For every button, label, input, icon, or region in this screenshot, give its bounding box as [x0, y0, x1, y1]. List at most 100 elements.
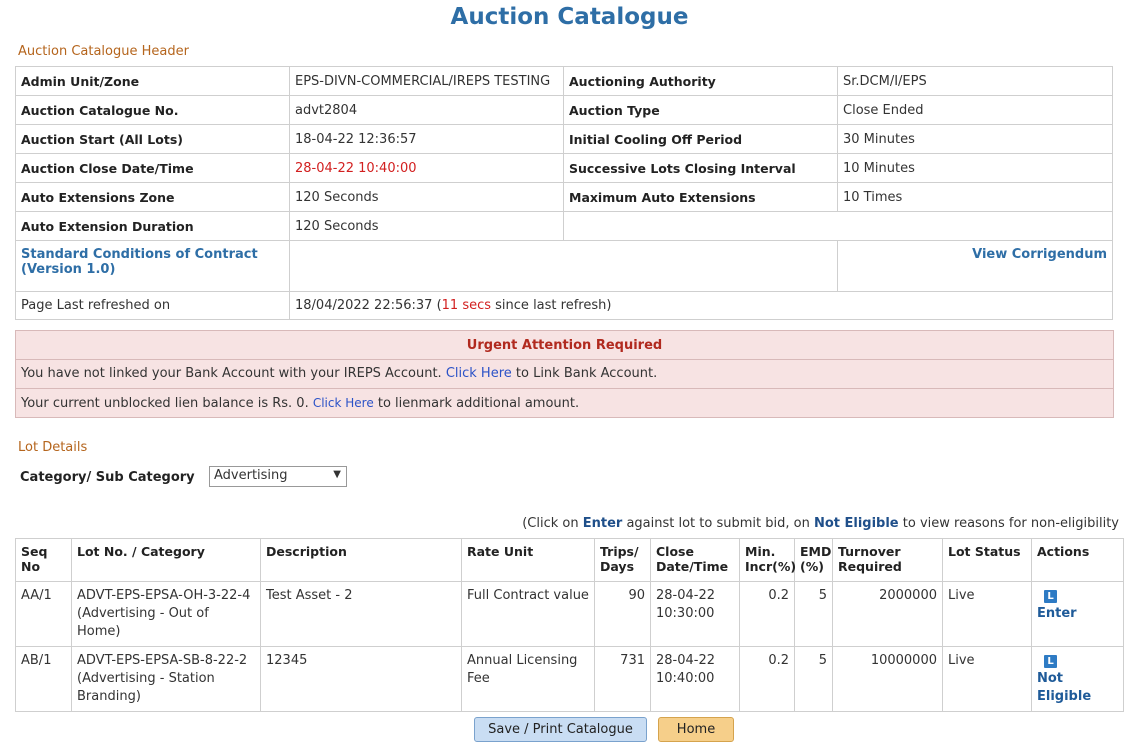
lots-closing-interval-label: Successive Lots Closing Interval — [563, 153, 838, 183]
lot-icon[interactable]: L — [1044, 590, 1057, 603]
col-actions: Actions — [1031, 538, 1124, 582]
admin-unit-label: Admin Unit/Zone — [15, 66, 290, 96]
col-close-datetime: Close Date/Time — [650, 538, 740, 582]
description: 12345 — [260, 646, 462, 712]
trips-days: 731 — [594, 646, 651, 712]
turnover: 10000000 — [832, 646, 943, 712]
lot-status: Live — [942, 581, 1032, 647]
max-auto-extensions-value: 10 Times — [837, 182, 1113, 212]
actions-cell: L Not Eligible — [1031, 646, 1124, 712]
close-datetime: 28-04-22 10:40:00 — [650, 646, 740, 712]
standard-conditions-link[interactable]: Standard Conditions of Contract (Version… — [21, 247, 258, 277]
corrigendum-cell: View Corrigendum — [837, 240, 1113, 292]
empty-cell — [563, 211, 1113, 241]
cooling-off-label: Initial Cooling Off Period — [563, 124, 838, 154]
turnover: 2000000 — [832, 581, 943, 647]
auction-close-value: 28-04-22 10:40:00 — [289, 153, 564, 183]
auction-type-label: Auction Type — [563, 95, 838, 125]
refresh-label: Page Last refreshed on — [15, 291, 290, 320]
auction-start-label: Auction Start (All Lots) — [15, 124, 290, 154]
seq-no: AB/1 — [15, 646, 72, 712]
hint-text-1: (Click on — [522, 516, 583, 531]
rate-unit: Annual Licensing Fee — [461, 646, 595, 712]
table-row: AB/1 ADVT-EPS-EPSA-SB-8-22-2 (Advertisin… — [15, 646, 1124, 712]
lien-balance-suffix: to lienmark additional amount. — [373, 396, 580, 411]
auctioning-authority-value: Sr.DCM/I/EPS — [837, 66, 1113, 96]
emd: 5 — [794, 646, 833, 712]
col-lot-status: Lot Status — [942, 538, 1032, 582]
page-title: Auction Catalogue — [450, 4, 689, 30]
bank-link-text: You have not linked your Bank Account wi… — [21, 366, 446, 381]
col-rate-unit: Rate Unit — [461, 538, 595, 582]
chevron-down-icon: ▼ — [333, 469, 341, 480]
close-datetime: 28-04-22 10:30:00 — [650, 581, 740, 647]
seq-no: AA/1 — [15, 581, 72, 647]
max-auto-extensions-label: Maximum Auto Extensions — [563, 182, 838, 212]
auction-type-value: Close Ended — [837, 95, 1113, 125]
header-section-label: Auction Catalogue Header — [18, 44, 189, 59]
lot-table-header: Seq No Lot No. / Category Description Ra… — [15, 538, 1124, 582]
action-hint: (Click on Enter against lot to submit bi… — [522, 516, 1119, 531]
col-trips-days: Trips/ Days — [594, 538, 651, 582]
actions-cell: L Enter — [1031, 581, 1124, 647]
description: Test Asset - 2 — [260, 581, 462, 647]
home-button[interactable]: Home — [658, 717, 734, 742]
lot-details-table: Seq No Lot No. / Category Description Ra… — [15, 538, 1124, 712]
lot-icon[interactable]: L — [1044, 655, 1057, 668]
lien-balance-text: Your current unblocked lien balance is R… — [21, 396, 313, 411]
enter-link[interactable]: Enter — [1037, 606, 1077, 621]
auction-header-table: Admin Unit/Zone EPS-DIVN-COMMERCIAL/IREP… — [15, 66, 1113, 320]
auto-extension-duration-value: 120 Seconds — [289, 211, 564, 241]
link-bank-account-link[interactable]: Click Here — [446, 366, 512, 381]
lot-no: ADVT-EPS-EPSA-OH-3-22-4 (Advertising - O… — [71, 581, 261, 647]
auctioning-authority-label: Auctioning Authority — [563, 66, 838, 96]
category-label: Category/ Sub Category — [20, 470, 195, 485]
col-min-incr: Min. Incr(%) — [739, 538, 796, 582]
lot-no: ADVT-EPS-EPSA-SB-8-22-2 (Advertising - S… — [71, 646, 261, 712]
empty-cell — [289, 240, 838, 292]
refresh-datetime: 18/04/2022 22:56:37 ( — [295, 298, 442, 313]
refresh-seconds: 11 secs — [441, 298, 492, 313]
auto-extensions-zone-label: Auto Extensions Zone — [15, 182, 290, 212]
col-seq-no: Seq No — [15, 538, 72, 582]
refresh-suffix: since last refresh) — [491, 298, 612, 313]
standard-conditions-cell: Standard Conditions of Contract (Version… — [15, 240, 290, 292]
hint-text-2: against lot to submit bid, on — [622, 516, 814, 531]
lot-status: Live — [942, 646, 1032, 712]
rate-unit: Full Contract value — [461, 581, 595, 647]
not-eligible-link[interactable]: Not Eligible — [1037, 671, 1091, 704]
urgent-attention-box: Urgent Attention Required You have not l… — [15, 330, 1114, 418]
emd: 5 — [794, 581, 833, 647]
col-turnover: Turnover Required — [832, 538, 943, 582]
min-incr: 0.2 — [739, 581, 795, 647]
catalogue-no-value: advt2804 — [289, 95, 564, 125]
view-corrigendum-link[interactable]: View Corrigendum — [972, 247, 1107, 262]
table-row: AA/1 ADVT-EPS-EPSA-OH-3-22-4 (Advertisin… — [15, 581, 1124, 647]
bank-link-notice: You have not linked your Bank Account wi… — [16, 360, 1113, 389]
auto-extensions-zone-value: 120 Seconds — [289, 182, 564, 212]
cooling-off-value: 30 Minutes — [837, 124, 1113, 154]
save-print-catalogue-button[interactable]: Save / Print Catalogue — [474, 717, 647, 742]
admin-unit-value: EPS-DIVN-COMMERCIAL/IREPS TESTING — [289, 66, 564, 96]
hint-enter: Enter — [582, 516, 623, 531]
auto-extension-duration-label: Auto Extension Duration — [15, 211, 290, 241]
lot-section-label: Lot Details — [18, 440, 88, 455]
category-select[interactable]: Advertising ▼ — [209, 466, 347, 487]
catalogue-no-label: Auction Catalogue No. — [15, 95, 290, 125]
hint-not-eligible: Not Eligible — [813, 516, 899, 531]
lienmark-link[interactable]: Click Here — [313, 396, 374, 410]
lien-balance-notice: Your current unblocked lien balance is R… — [16, 389, 1113, 417]
category-selected-value: Advertising — [214, 468, 288, 483]
auction-start-value: 18-04-22 12:36:57 — [289, 124, 564, 154]
hint-text-3: to view reasons for non-eligibility — [898, 516, 1119, 531]
lots-closing-interval-value: 10 Minutes — [837, 153, 1113, 183]
refresh-value: 18/04/2022 22:56:37 (11 secs since last … — [289, 291, 1113, 320]
col-lot-no: Lot No. / Category — [71, 538, 261, 582]
min-incr: 0.2 — [739, 646, 795, 712]
urgent-title: Urgent Attention Required — [16, 331, 1113, 360]
auction-close-label: Auction Close Date/Time — [15, 153, 290, 183]
bank-link-suffix: to Link Bank Account. — [511, 366, 658, 381]
col-emd: EMD (%) — [794, 538, 833, 582]
trips-days: 90 — [594, 581, 651, 647]
col-description: Description — [260, 538, 462, 582]
